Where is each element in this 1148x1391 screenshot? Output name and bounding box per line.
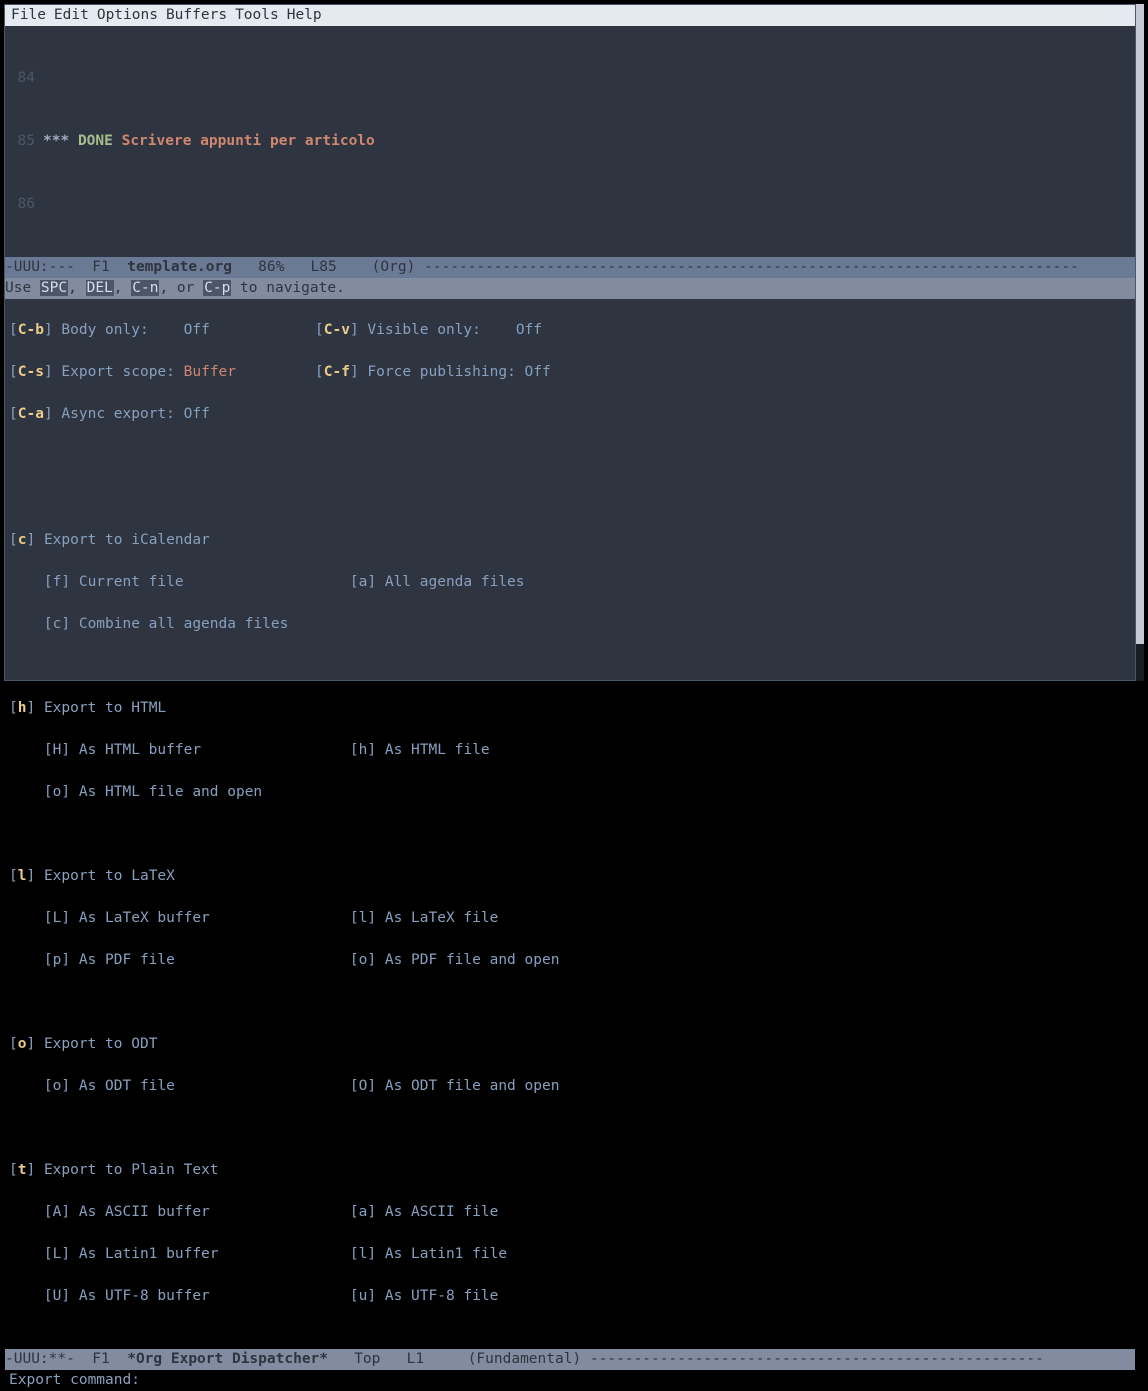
menu-file[interactable]: File (7, 5, 50, 26)
opt-visible-only-label: Visible only: (367, 322, 515, 338)
minibuffer[interactable]: Export command: (5, 1370, 1135, 1391)
modeline-bottom[interactable]: -UUU:**- F1 *Org Export Dispatcher* Top … (5, 1349, 1135, 1370)
opt-async-export-value: Off (184, 406, 210, 422)
modeline2-pos: Top L1 (Fundamental) (328, 1349, 590, 1370)
modeline2-status: -UUU:**- F1 (5, 1349, 127, 1370)
key-cv[interactable]: C-v (324, 322, 350, 338)
buffer-name: template.org (127, 257, 232, 278)
key-ca[interactable]: C-a (18, 406, 44, 422)
sub-text-u[interactable]: [u] As UTF-8 file (350, 1288, 498, 1304)
sub-text-a[interactable]: [a] As ASCII file (350, 1204, 498, 1220)
export-dispatcher[interactable]: [C-b] Body only: Off[C-v] Visible only: … (5, 299, 1135, 1349)
org-stars: *** (43, 133, 69, 149)
key-cn: C-n (131, 280, 159, 296)
group-latex-title: Export to LaTeX (44, 868, 175, 884)
sub-latex-L[interactable]: [L] As LaTeX buffer (44, 908, 350, 929)
key-del: DEL (86, 280, 114, 296)
key-cf[interactable]: C-f (324, 364, 350, 380)
group-html-title: Export to HTML (44, 700, 166, 716)
key-latex[interactable]: l (18, 868, 27, 884)
modeline-pos: 86% L85 (Org) (232, 257, 424, 278)
todo-done: DONE (78, 133, 113, 149)
menu-help[interactable]: Help (283, 5, 326, 26)
menu-options[interactable]: Options (93, 5, 162, 26)
key-cp: C-p (203, 280, 231, 296)
opt-export-scope-value: Buffer (184, 364, 236, 380)
opt-force-publishing-value: Off (525, 364, 551, 380)
menu-buffers[interactable]: Buffers (162, 5, 231, 26)
modeline-top[interactable]: -UUU:--- F1 template.org 86% L85 (Org) -… (5, 257, 1135, 278)
key-cs[interactable]: C-s (18, 364, 44, 380)
org-heading: Scrivere appunti per articolo (122, 133, 375, 149)
sub-html-H[interactable]: [H] As HTML buffer (44, 740, 350, 761)
line-number: 86 (5, 194, 43, 215)
sub-ical-c[interactable]: [c] Combine all agenda files (44, 616, 288, 632)
sub-odt-O[interactable]: [O] As ODT file and open (350, 1078, 560, 1094)
buffer-template-org[interactable]: 84 85*** DONE Scrivere appunti per artic… (5, 26, 1135, 257)
opt-force-publishing-label: Force publishing: (367, 364, 524, 380)
sub-text-A[interactable]: [A] As ASCII buffer (44, 1202, 350, 1223)
menu-bar: File Edit Options Buffers Tools Help (5, 5, 1135, 26)
sub-ical-f[interactable]: [f] Current file (44, 572, 350, 593)
sub-latex-o[interactable]: [o] As PDF file and open (350, 952, 560, 968)
help-line: Use SPC, DEL, C-n, or C-p to navigate. (5, 278, 1135, 299)
sub-html-o[interactable]: [o] As HTML file and open (44, 784, 262, 800)
opt-visible-only-value: Off (516, 322, 542, 338)
line-number: 84 (5, 68, 43, 89)
buffer-name-2: *Org Export Dispatcher* (127, 1349, 328, 1370)
sub-text-l[interactable]: [l] As Latin1 file (350, 1246, 507, 1262)
opt-export-scope-label: Export scope: (61, 364, 183, 380)
group-ical-title: Export to iCalendar (44, 532, 210, 548)
key-cb[interactable]: C-b (18, 322, 44, 338)
group-odt-title: Export to ODT (44, 1036, 158, 1052)
opt-async-export-label: Async export: (61, 406, 183, 422)
key-odt[interactable]: o (18, 1036, 27, 1052)
sub-html-h[interactable]: [h] As HTML file (350, 742, 490, 758)
modeline-dashes: ----------------------------------------… (424, 257, 1079, 278)
help-text: Use (5, 280, 40, 296)
menu-tools[interactable]: Tools (231, 5, 283, 26)
line-number: 85 (5, 131, 43, 152)
modeline2-dashes: ----------------------------------------… (590, 1349, 1044, 1370)
modeline-status: -UUU:--- F1 (5, 257, 127, 278)
scrollbar-thumb[interactable] (1136, 4, 1144, 644)
key-spc: SPC (40, 280, 68, 296)
sub-text-U[interactable]: [U] As UTF-8 buffer (44, 1286, 350, 1307)
sub-odt-o[interactable]: [o] As ODT file (44, 1076, 350, 1097)
sub-latex-p[interactable]: [p] As PDF file (44, 950, 350, 971)
emacs-window: File Edit Options Buffers Tools Help 84 … (4, 4, 1136, 681)
opt-body-only-value: Off (184, 322, 210, 338)
scrollbar[interactable] (1136, 4, 1144, 681)
group-text-title: Export to Plain Text (44, 1162, 219, 1178)
sub-ical-a[interactable]: [a] All agenda files (350, 574, 525, 590)
opt-body-only-label: Body only: (61, 322, 183, 338)
sub-text-L[interactable]: [L] As Latin1 buffer (44, 1244, 350, 1265)
sub-latex-l[interactable]: [l] As LaTeX file (350, 910, 498, 926)
key-text[interactable]: t (18, 1162, 27, 1178)
menu-edit[interactable]: Edit (50, 5, 93, 26)
